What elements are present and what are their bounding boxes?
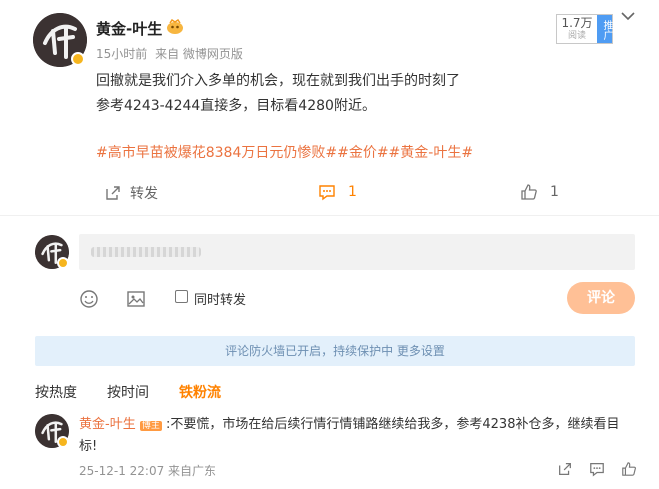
submit-comment-button[interactable]: 评论 — [567, 282, 635, 314]
verified-badge-icon — [57, 436, 69, 448]
tab-by-time[interactable]: 按时间 — [107, 382, 149, 402]
comment-input[interactable] — [79, 234, 635, 270]
repost-label: 转发 — [130, 186, 158, 202]
firewall-notice[interactable]: 评论防火墙已开启，持续保护中 更多设置 — [35, 336, 635, 366]
post-time[interactable]: 15小时前 — [96, 47, 147, 61]
like-button[interactable]: 1 — [520, 183, 559, 201]
image-icon[interactable] — [126, 289, 146, 309]
comment-author[interactable]: 黄金-叶生 — [79, 417, 136, 432]
read-count-label: 阅读 — [567, 31, 586, 41]
post-topics[interactable]: #高市早苗被爆花8384万日元仍惨败##金价##黄金-叶生# — [96, 142, 473, 162]
repost-icon — [106, 186, 120, 200]
promote-tag[interactable]: 推广 — [597, 15, 612, 43]
tab-by-hot[interactable]: 按热度 — [35, 382, 77, 402]
divider — [0, 215, 659, 216]
comment-reply-icon[interactable] — [589, 461, 605, 477]
comment-like-icon[interactable] — [621, 461, 637, 477]
verified-badge-icon — [57, 257, 69, 269]
draft-text-blurred — [91, 247, 201, 257]
comment-repost-icon[interactable] — [557, 461, 573, 477]
comment-body: 黄金-叶生 博主 :不要慌，市场在给后续行情行情铺路继续给我多，参考4238补仓… — [79, 414, 635, 458]
comment-time: 25-12-1 22:07 来自广东 — [79, 464, 217, 478]
author-name[interactable]: 黄金-叶生 — [96, 18, 162, 39]
read-count: 1.7万 — [561, 16, 593, 30]
tab-iron-fans[interactable]: 铁粉流 — [179, 382, 221, 402]
repost-checkbox[interactable] — [175, 290, 188, 303]
repost-checkbox-label: 同时转发 — [194, 293, 247, 308]
verified-badge-icon — [71, 52, 85, 66]
chevron-down-icon[interactable] — [620, 10, 636, 22]
comment-count: 1 — [348, 184, 357, 200]
comment-icon — [319, 185, 335, 201]
post-meta: 15小时前 来自 微博网页版 — [96, 45, 243, 62]
like-count: 1 — [550, 184, 559, 200]
repost-button[interactable]: 转发 — [104, 183, 158, 203]
post-source: 来自 微博网页版 — [155, 47, 243, 61]
post-line-2: 参考4243-4244直接多，目标看4280附近。 — [96, 98, 376, 114]
thumbs-up-icon — [521, 184, 537, 200]
emoji-icon[interactable] — [79, 289, 99, 309]
fan-badge-icon — [166, 18, 184, 35]
author-badge: 博主 — [139, 421, 162, 431]
read-count-box[interactable]: 1.7万 阅读 推广 — [556, 14, 613, 44]
comment-button[interactable]: 1 — [318, 183, 357, 201]
post-line-1: 回撤就是我们介入多单的机会，现在就到我们出手的时刻了 — [96, 73, 460, 89]
